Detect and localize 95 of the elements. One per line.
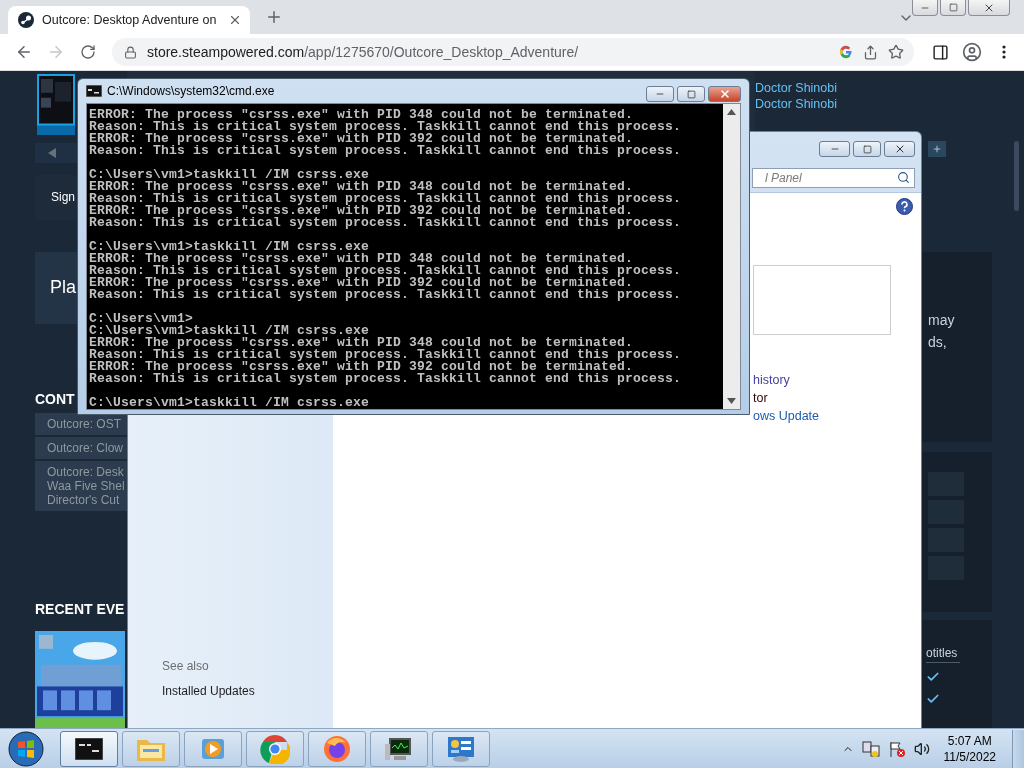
console-line: C:\Users\vm1> bbox=[89, 313, 194, 325]
console-line: ERROR: The process "csrss.exe" with PID 392 could not be terminated. bbox=[89, 361, 634, 373]
control-panel-icon bbox=[446, 734, 476, 763]
sign-in-link[interactable]: Sign bbox=[51, 190, 76, 205]
maximize-button[interactable] bbox=[853, 141, 881, 157]
star-icon bbox=[888, 44, 904, 60]
content-item[interactable]: Outcore: OST bbox=[35, 413, 127, 435]
restore-button[interactable] bbox=[940, 0, 966, 16]
see-also-heading: See also bbox=[162, 659, 210, 673]
task-link[interactable]: ows Update bbox=[753, 407, 913, 425]
content-item[interactable]: Outcore: Clow bbox=[35, 437, 127, 459]
console-line: Reason: This is critical system process. Taskkill cannot end this process. bbox=[89, 349, 683, 361]
close-tab-button[interactable] bbox=[228, 13, 242, 27]
plus-icon bbox=[265, 8, 283, 26]
maximize-icon bbox=[948, 3, 958, 12]
play-heading: Pla bbox=[50, 277, 76, 299]
network-icon[interactable] bbox=[861, 739, 880, 758]
minimize-button[interactable] bbox=[646, 86, 674, 102]
console-line: Reason: This is critical system process. Taskkill cannot end this process. bbox=[89, 265, 683, 277]
side-panel-icon bbox=[931, 43, 949, 61]
start-orb-icon bbox=[8, 730, 44, 767]
console-line: ERROR: The process "csrss.exe" with PID 348 could not be terminated. bbox=[89, 253, 635, 265]
console-line: C:\Users\vm1>taskkill /IM csrss.exe bbox=[89, 169, 371, 181]
add-tag-button[interactable] bbox=[928, 141, 946, 157]
start-button[interactable] bbox=[6, 730, 46, 767]
tab-title: Outcore: Desktop Adventure on bbox=[42, 13, 218, 27]
close-button[interactable] bbox=[884, 141, 915, 157]
taskbar-app-button[interactable] bbox=[370, 730, 428, 767]
clock[interactable]: 5:07 AM 11/5/2022 bbox=[943, 732, 996, 765]
share-button[interactable] bbox=[863, 44, 878, 60]
search-icon bbox=[897, 171, 910, 184]
down-arrow-icon bbox=[727, 398, 736, 404]
maximize-button[interactable] bbox=[677, 86, 705, 102]
close-icon bbox=[228, 13, 242, 27]
console-line: ERROR: The process "csrss.exe" with PID 348 could not be terminated. bbox=[89, 181, 635, 193]
content-item[interactable]: Outcore: Desk Waa Five Shel Director's Cut bbox=[35, 461, 127, 511]
developer-link[interactable]: Doctor Shinobi bbox=[755, 96, 1010, 112]
up-arrow-icon bbox=[727, 109, 736, 115]
share-icon bbox=[863, 44, 878, 60]
flag-icon[interactable] bbox=[887, 739, 906, 758]
taskbar-app-button[interactable] bbox=[60, 730, 118, 767]
description-text: may bbox=[928, 312, 956, 328]
multicolor-ring-icon bbox=[839, 45, 853, 59]
help-icon[interactable] bbox=[896, 198, 913, 215]
speaker-icon bbox=[913, 740, 930, 757]
left-arrow-icon[interactable] bbox=[48, 148, 56, 159]
reload-icon bbox=[80, 44, 96, 60]
back-icon bbox=[15, 43, 33, 61]
console-line: Reason: This is critical system process. Taskkill cannot end this process. bbox=[89, 373, 683, 385]
window-title: C:\Windows\system32\cmd.exe bbox=[107, 83, 276, 98]
subtitles-heading: otitles bbox=[926, 646, 960, 663]
search-field[interactable]: l Panel bbox=[752, 167, 915, 188]
close-button[interactable] bbox=[708, 86, 741, 102]
menu-icon bbox=[1002, 45, 1006, 59]
bookmark-button[interactable] bbox=[888, 44, 904, 60]
console-line: ERROR: The process "csrss.exe" with PID 392 could not be terminated. bbox=[89, 205, 634, 217]
minimize-button[interactable] bbox=[912, 0, 938, 16]
monitor-icon bbox=[384, 735, 414, 762]
see-also-link[interactable]: Installed Updates bbox=[162, 684, 333, 698]
maximize-icon bbox=[686, 89, 696, 99]
console-icon bbox=[86, 84, 102, 97]
browser-tab[interactable]: Outcore: Desktop Adventure on bbox=[8, 6, 250, 34]
volume-button[interactable] bbox=[913, 740, 930, 757]
close-icon bbox=[718, 88, 731, 100]
console-line: Reason: This is critical system process. Taskkill cannot end this process. bbox=[89, 217, 683, 229]
console-icon bbox=[75, 737, 103, 760]
console-line: ERROR: The process "csrss.exe" with PID 392 could not be terminated. bbox=[89, 277, 634, 289]
scroll-thumb[interactable] bbox=[1014, 141, 1019, 211]
description-text: ds, bbox=[928, 334, 948, 350]
task-link[interactable]: tor bbox=[753, 389, 913, 407]
console-line: Reason: This is critical system process. Taskkill cannot end this process. bbox=[89, 121, 683, 133]
events-heading: RECENT EVE bbox=[35, 601, 126, 617]
forward-icon bbox=[47, 43, 65, 61]
console-line: C:\Users\vm1>taskkill /IM csrss.exe bbox=[89, 397, 371, 409]
maximize-icon bbox=[862, 144, 872, 154]
console-line: C:\Users\vm1>taskkill /IM csrss.exe bbox=[89, 241, 371, 253]
lock-icon bbox=[124, 45, 137, 59]
profile-icon bbox=[962, 42, 982, 62]
address-bar[interactable]: store.steampowered.com/app/1275670/Outcore_Desktop_Adventure/ bbox=[112, 38, 914, 66]
developer-link[interactable]: Doctor Shinobi bbox=[755, 80, 1010, 96]
show-desktop-button[interactable] bbox=[1012, 729, 1024, 768]
console-line: Reason: This is critical system process. Taskkill cannot end this process. bbox=[89, 193, 683, 205]
console-line: ERROR: The process "csrss.exe" with PID 348 could not be terminated. bbox=[89, 109, 635, 121]
minimize-button[interactable] bbox=[819, 141, 850, 157]
plus-icon bbox=[932, 144, 942, 154]
scrollbar[interactable] bbox=[723, 104, 740, 409]
console-line: C:\Users\vm1>taskkill /IM csrss.exe bbox=[89, 325, 371, 337]
round-logo-icon bbox=[18, 12, 34, 28]
console-line: Reason: This is critical system process. Taskkill cannot end this process. bbox=[89, 145, 683, 157]
tricolor-circle-icon bbox=[260, 733, 290, 764]
task-link[interactable]: history bbox=[753, 371, 913, 389]
console-line: ERROR: The process "csrss.exe" with PID 348 could not be terminated. bbox=[89, 337, 635, 349]
flame-globe-icon bbox=[323, 734, 351, 763]
console-line: Reason: This is critical system process. Taskkill cannot end this process. bbox=[89, 289, 683, 301]
console-line: ERROR: The process "csrss.exe" with PID 392 could not be terminated. bbox=[89, 133, 634, 145]
